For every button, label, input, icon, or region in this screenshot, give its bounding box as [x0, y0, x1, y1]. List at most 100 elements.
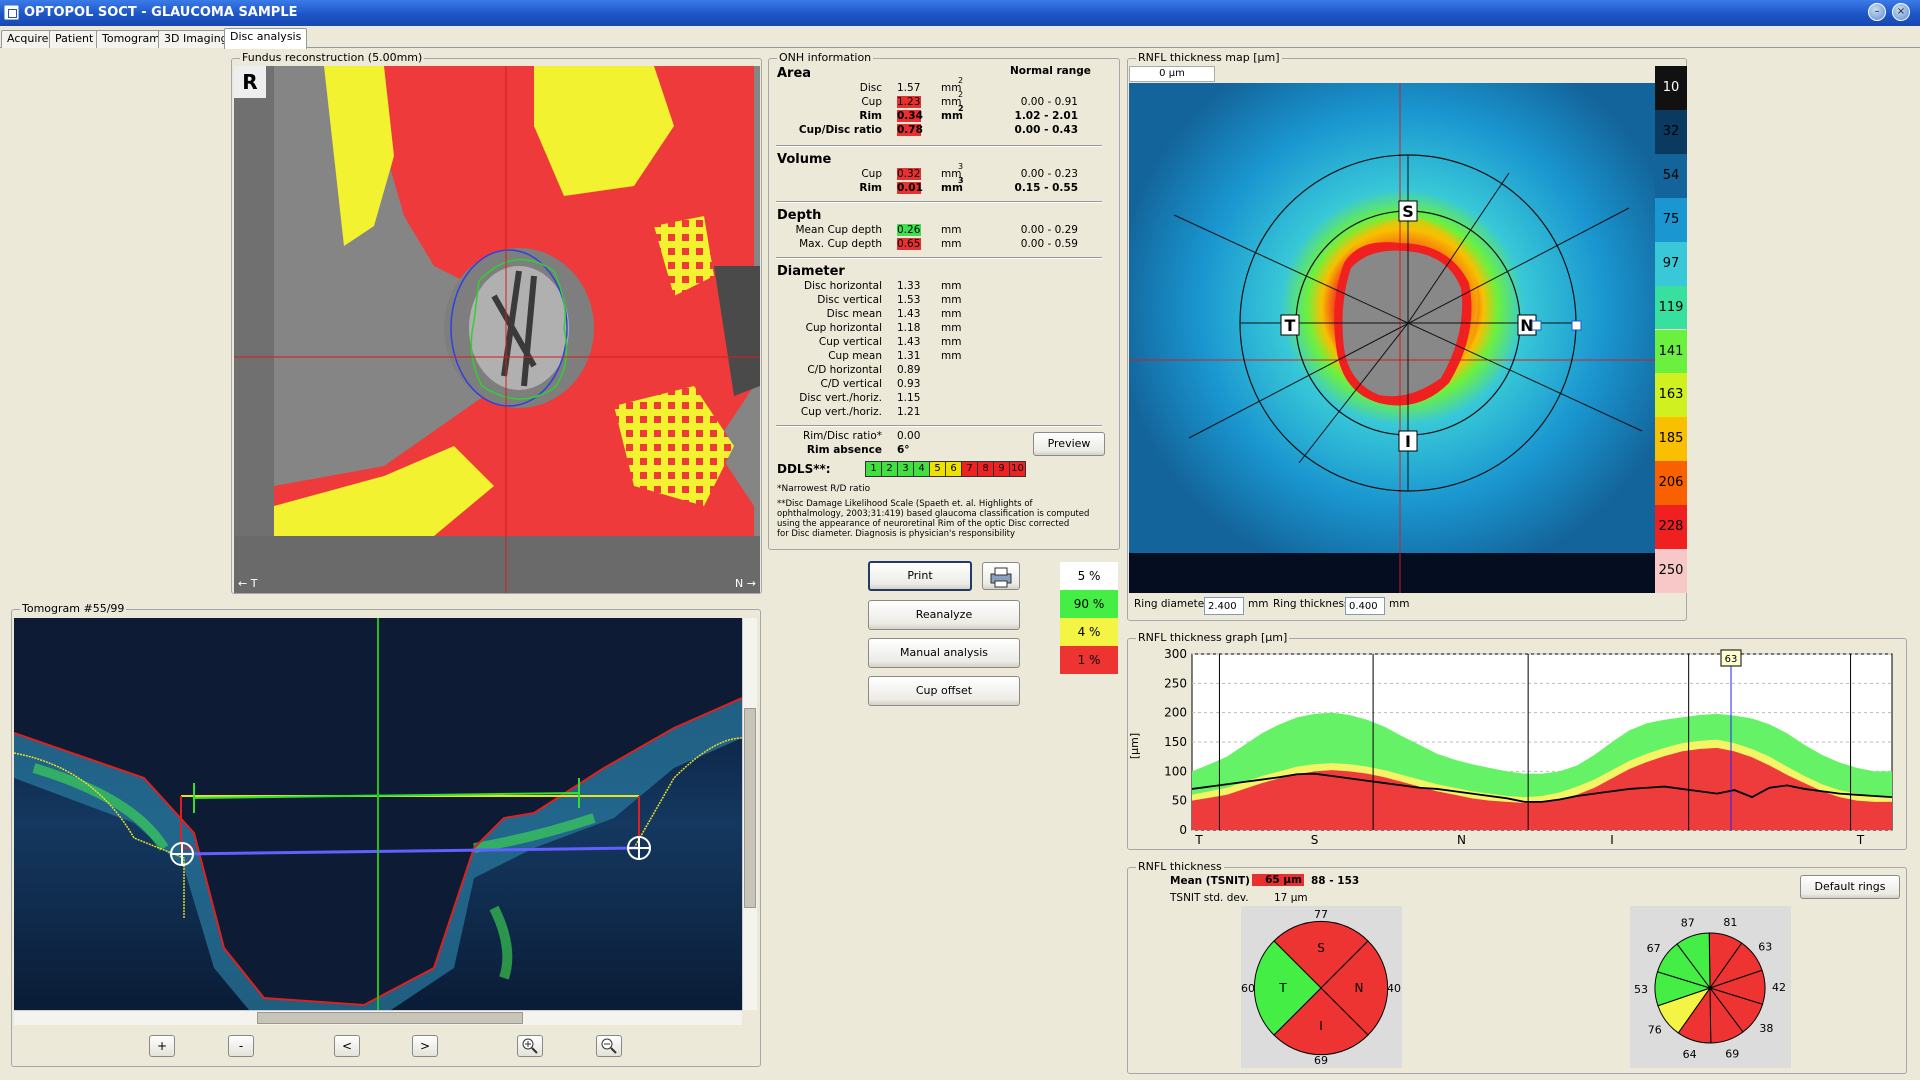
area-row-unit-exponent: 2 — [958, 90, 964, 99]
volume-section-title: Volume — [777, 152, 832, 167]
zoom-out-button[interactable] — [596, 1035, 622, 1057]
clock-sector-value: 63 — [1758, 941, 1772, 954]
print-button[interactable]: Print — [868, 561, 972, 591]
area-row-normal-range: 0.00 - 0.91 — [1020, 96, 1078, 108]
separator — [776, 201, 1102, 203]
manual-analysis-button[interactable]: Manual analysis — [868, 638, 1020, 668]
ring-handle-inner[interactable] — [1531, 320, 1542, 331]
graph-ytick: 50 — [1172, 794, 1187, 808]
scale-tick: 32 — [1655, 109, 1687, 154]
separator — [776, 145, 1102, 147]
ring-thickness-label: Ring thickness — [1273, 598, 1350, 610]
ddls-note-line: **Disc Damage Likelihood Scale (Spaeth e… — [777, 499, 1033, 509]
tab-3d-imaging[interactable]: 3D Imaging — [158, 30, 234, 48]
percentile-swatch: 5 % — [1060, 562, 1118, 590]
area-row-label: Cup — [861, 96, 882, 108]
diameter-row-value: 1.18 — [897, 322, 921, 334]
tab-bar: Acquire Patient Tomogram 3D Imaging Disc… — [0, 28, 1920, 49]
rnfl-map-title: RNFL thickness map [µm] — [1136, 51, 1282, 64]
diameter-row-unit: mm — [941, 336, 962, 348]
depth-row-value: 0.65 — [897, 238, 921, 250]
percentile-swatch: 1 % — [1060, 646, 1118, 674]
depth-row-value: 0.26 — [897, 224, 921, 236]
ring-diameter-label: Ring diameter — [1134, 598, 1209, 610]
ring-thickness-input[interactable] — [1345, 597, 1385, 615]
tab-disc-analysis[interactable]: Disc analysis — [224, 28, 308, 49]
ddls-cell: 3 — [897, 461, 914, 477]
diameter-row-value: 0.93 — [897, 378, 921, 390]
tomogram-hscroll[interactable] — [14, 1010, 742, 1025]
diameter-row-label: Disc horizontal — [804, 280, 882, 292]
area-row-unit-exponent: 2 — [958, 76, 964, 85]
area-row-label: Cup/Disc ratio — [798, 124, 882, 136]
tab-acquire[interactable]: Acquire — [1, 30, 55, 48]
diameter-row-value: 1.21 — [897, 406, 921, 418]
graph-xtick: T — [1856, 833, 1865, 847]
quad-value-i: 69 — [1314, 1054, 1328, 1067]
ring-handle-outer[interactable] — [1571, 320, 1582, 331]
next-slice-button[interactable]: > — [412, 1035, 438, 1057]
diameter-row-label: Disc vertical — [817, 294, 882, 306]
scale-tick: 97 — [1655, 241, 1687, 286]
map-value-box: 0 µm — [1129, 66, 1215, 82]
fundus-image[interactable]: R ← T N → — [234, 66, 760, 593]
tomogram-vscroll[interactable] — [742, 618, 757, 1010]
app-title: OPTOPOL SOCT - GLAUCOMA SAMPLE — [24, 5, 298, 20]
preview-button[interactable]: Preview — [1033, 432, 1105, 456]
tab-tomogram[interactable]: Tomogram — [96, 30, 166, 48]
default-rings-button[interactable]: Default rings — [1800, 875, 1900, 899]
fundus-title: Fundus reconstruction (5.00mm) — [240, 51, 425, 64]
ddls-note-line: using the appearance of neuroretinal Rim… — [777, 519, 1070, 529]
depth-row-normal-range: 0.00 - 0.29 — [1020, 224, 1078, 236]
tomogram-image[interactable] — [14, 618, 742, 1010]
map-sector-i: I — [1405, 432, 1411, 451]
vscroll-thumb[interactable] — [744, 708, 756, 908]
ring-diameter-unit: mm — [1248, 598, 1269, 610]
volume-row-label: Rim — [859, 182, 882, 194]
printer-button[interactable] — [982, 562, 1020, 590]
rnfl-graph[interactable]: [µm] 0 50 100 150 200 250 300 T S N I T 63 — [1130, 646, 1906, 848]
ddls-cell: 6 — [945, 461, 962, 477]
tab-patient[interactable]: Patient — [49, 30, 100, 48]
clock-sector-value: 38 — [1759, 1022, 1773, 1035]
previous-slice-button[interactable]: < — [334, 1035, 360, 1057]
zoom-in-button[interactable] — [517, 1035, 543, 1057]
zoom-minus-button[interactable]: - — [228, 1035, 254, 1057]
rim-disc-ratio-value: 0.00 — [897, 430, 921, 442]
cup-offset-button[interactable]: Cup offset — [868, 676, 1020, 706]
rnfl-graph-title: RNFL thickness graph [µm] — [1136, 631, 1290, 644]
graph-xtick: I — [1610, 833, 1614, 847]
diameter-row-value: 1.31 — [897, 350, 921, 362]
ddls-cell: 10 — [1009, 461, 1026, 477]
fundus-nasal-label: N → — [735, 577, 756, 590]
diameter-row-value: 1.53 — [897, 294, 921, 306]
minimize-button[interactable]: – — [1868, 3, 1886, 21]
percentile-swatch: 90 % — [1060, 590, 1118, 618]
volume-row-unit-exponent: 3 — [958, 162, 964, 171]
rim-note: *Narrowest R/D ratio — [777, 484, 871, 494]
quad-value-s: 77 — [1314, 908, 1328, 921]
ddls-cell: 9 — [993, 461, 1010, 477]
reanalyze-button[interactable]: Reanalyze — [868, 600, 1020, 630]
map-sector-t: T — [1285, 316, 1296, 335]
graph-ylabel: [µm] — [1130, 733, 1141, 759]
ddls-cell: 2 — [881, 461, 898, 477]
area-row-normal-range: 0.00 - 0.43 — [1014, 124, 1078, 136]
depth-row-unit: mm — [941, 224, 962, 236]
area-row-value: 0.78 — [897, 124, 923, 136]
zoom-plus-button[interactable]: + — [149, 1035, 175, 1057]
rnfl-map-image[interactable]: S T N I — [1129, 83, 1655, 593]
scale-tick: 163 — [1655, 373, 1687, 418]
depth-row-label: Max. Cup depth — [799, 238, 882, 250]
area-row-label: Disc — [859, 82, 882, 94]
graph-cursor-label: 63 — [1725, 654, 1738, 665]
diameter-row-label: Cup vert./horiz. — [800, 406, 882, 418]
ddls-cell: 4 — [913, 461, 930, 477]
ddls-note-line: ophthalmology, 2003;31:419) based glauco… — [777, 509, 1090, 519]
diameter-row-label: Cup horizontal — [805, 322, 882, 334]
volume-row-value: 0.32 — [897, 168, 921, 180]
close-button[interactable]: × — [1892, 3, 1910, 21]
hscroll-thumb[interactable] — [257, 1012, 523, 1024]
eye-label: R — [242, 70, 257, 94]
ring-diameter-input[interactable] — [1204, 597, 1244, 615]
